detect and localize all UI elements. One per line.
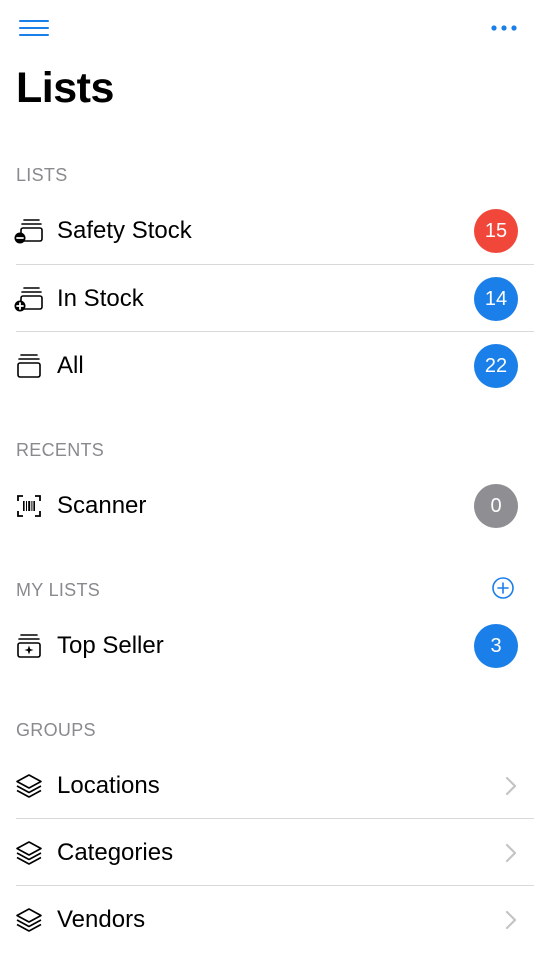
stack-icon [14, 352, 44, 380]
ellipsis-icon[interactable] [490, 16, 518, 40]
section-header-lists: LISTS [16, 165, 68, 185]
group-item-categories[interactable]: Categories [0, 819, 534, 886]
plus-circle-icon[interactable] [491, 576, 515, 600]
stack-plus-icon [14, 285, 44, 313]
stack-minus-icon [14, 217, 44, 245]
list-item-all[interactable]: All 22 [0, 332, 534, 399]
hamburger-icon[interactable] [17, 16, 51, 40]
group-item-label: Categories [57, 839, 174, 866]
list-item-label: Top Seller [57, 632, 164, 659]
page-title: Lists [16, 64, 114, 112]
layers-icon [14, 906, 44, 934]
section-header-my-lists: MY LISTS [16, 580, 101, 600]
group-item-label: Vendors [57, 906, 146, 933]
count-badge: 0 [474, 484, 518, 528]
barcode-scanner-icon [14, 492, 44, 520]
list-item-in-stock[interactable]: In Stock 14 [0, 265, 534, 332]
count-badge: 15 [474, 209, 518, 253]
chevron-right-icon [504, 841, 518, 865]
count-badge: 22 [474, 344, 518, 388]
group-item-locations[interactable]: Locations [0, 752, 534, 819]
group-item-vendors[interactable]: Vendors [0, 886, 534, 953]
chevron-right-icon [504, 774, 518, 798]
count-badge: 14 [474, 277, 518, 321]
list-item-label: Scanner [57, 492, 147, 519]
stack-star-icon [14, 632, 44, 660]
section-header-recents: RECENTS [16, 440, 105, 460]
list-item-scanner[interactable]: Scanner 0 [0, 472, 534, 539]
list-item-label: All [57, 352, 84, 379]
layers-icon [14, 839, 44, 867]
chevron-right-icon [504, 908, 518, 932]
list-item-safety-stock[interactable]: Safety Stock 15 [0, 197, 534, 264]
list-item-label: In Stock [57, 285, 144, 312]
count-badge: 3 [474, 624, 518, 668]
group-item-label: Locations [57, 772, 160, 799]
list-item-label: Safety Stock [57, 217, 192, 244]
layers-icon [14, 772, 44, 800]
list-item-top-seller[interactable]: Top Seller 3 [0, 612, 534, 679]
top-bar [0, 0, 534, 56]
section-header-groups: GROUPS [16, 720, 96, 740]
